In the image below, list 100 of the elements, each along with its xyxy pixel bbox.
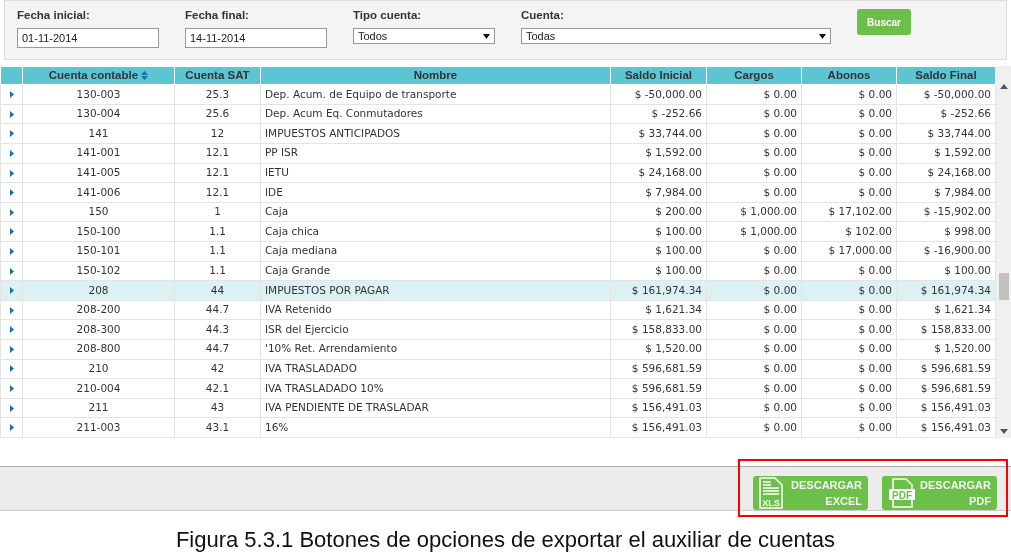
table-cell: $ 1,520.00 bbox=[896, 339, 996, 360]
column-header[interactable]: Saldo Inicial bbox=[610, 66, 707, 85]
table-cell: $ 596,681.59 bbox=[896, 378, 996, 399]
table-cell: $ 0.00 bbox=[801, 261, 897, 281]
expand-arrow-icon[interactable] bbox=[9, 306, 14, 314]
column-header[interactable]: Cuenta SAT bbox=[174, 66, 261, 85]
table-row[interactable]: 130-003 25.3 Dep. Acum. de Equipo de transporte $ -50,000.00 $ 0.00 $ 0.00 $ -50,000.00 bbox=[0, 84, 996, 105]
table-cell: $ 0.00 bbox=[706, 163, 802, 183]
column-header[interactable]: Cuenta contable bbox=[22, 66, 175, 85]
table-cell: 12.1 bbox=[174, 143, 261, 164]
sort-icon bbox=[141, 71, 149, 81]
table-row[interactable]: 211-003 43.1 16% $ 156,491.03 $ 0.00 $ 0.00 $ 156,491.03 bbox=[0, 417, 996, 438]
table-cell: $ 24,168.00 bbox=[896, 163, 996, 183]
table-cell: $ 156,491.03 bbox=[896, 398, 996, 418]
figure-caption: Figura 5.3.1 Botones de opciones de exportar el auxiliar de cuentas bbox=[174, 526, 837, 554]
expand-arrow-icon[interactable] bbox=[9, 404, 14, 412]
dropdown-caret-icon bbox=[483, 33, 490, 39]
table-cell: $ 0.00 bbox=[801, 319, 897, 340]
table-row[interactable]: 130-004 25.6 Dep. Acum Eq. Conmutadores $ -252.66 $ 0.00 $ 0.00 $ -252.66 bbox=[0, 104, 996, 124]
select-field[interactable]: Todas bbox=[521, 28, 831, 45]
table-cell: IVA PENDIENTE DE TRASLADAR bbox=[260, 398, 611, 418]
table-cell: $ 0.00 bbox=[801, 143, 897, 164]
table-row[interactable]: 210 42 IVA TRASLADADO $ 596,681.59 $ 0.00 $ 0.00 $ 596,681.59 bbox=[0, 359, 996, 379]
table-row[interactable]: 150-101 1.1 Caja mediana $ 100.00 $ 0.00 $ 17,000.00 $ -16,900.00 bbox=[0, 241, 996, 262]
scroll-thumb[interactable] bbox=[998, 273, 1009, 300]
table-cell: $ 0.00 bbox=[706, 339, 802, 360]
expand-arrow-icon[interactable] bbox=[9, 169, 14, 177]
table-row[interactable]: 208-800 44.7 '10% Ret. Arrendamiento $ 1,520.00 $ 0.00 $ 0.00 $ 1,520.00 bbox=[0, 339, 996, 360]
input-field[interactable]: 01-11-2014 bbox=[17, 28, 159, 49]
table-cell: 130-003 bbox=[22, 84, 175, 105]
table-cell: 44.7 bbox=[174, 300, 261, 320]
column-header[interactable]: Abonos bbox=[801, 66, 897, 85]
table-cell: $ 158,833.00 bbox=[896, 319, 996, 340]
table-row[interactable]: 141 12 IMPUESTOS ANTICIPADOS $ 33,744.00 $ 0.00 $ 0.00 $ 33,744.00 bbox=[0, 123, 996, 144]
spreadsheet-file-icon: XLS bbox=[759, 477, 783, 509]
table-cell: Caja mediana bbox=[260, 241, 611, 262]
table-cell: 208-300 bbox=[22, 319, 175, 340]
table-cell: 42.1 bbox=[174, 378, 261, 399]
table-cell: 150 bbox=[22, 202, 175, 222]
table-row[interactable]: 141-005 12.1 IETU $ 24,168.00 $ 0.00 $ 0.00 $ 24,168.00 bbox=[0, 163, 996, 183]
expand-arrow-icon[interactable] bbox=[9, 91, 14, 99]
table-row[interactable]: 210-004 42.1 IVA TRASLADADO 10% $ 596,681.59 $ 0.00 $ 0.00 $ 596,681.59 bbox=[0, 378, 996, 399]
scrollbar[interactable] bbox=[996, 66, 1011, 438]
input-field[interactable]: 14-11-2014 bbox=[185, 28, 327, 49]
table-row[interactable]: 211 43 IVA PENDIENTE DE TRASLADAR $ 156,491.03 $ 0.00 $ 0.00 $ 156,491.03 bbox=[0, 398, 996, 418]
table-row[interactable]: 150-102 1.1 Caja Grande $ 100.00 $ 0.00 $ 0.00 $ 100.00 bbox=[0, 261, 996, 281]
expand-arrow-icon[interactable] bbox=[9, 149, 14, 157]
field-label: Fecha final: bbox=[185, 8, 250, 23]
field-label: Fecha inicial: bbox=[17, 8, 91, 23]
table-cell: $ 156,491.03 bbox=[896, 417, 996, 438]
table-cell: 25.3 bbox=[174, 84, 261, 105]
scroll-up-icon[interactable] bbox=[999, 84, 1008, 89]
select-label: Cuenta: bbox=[521, 8, 565, 23]
table-cell: $ 0.00 bbox=[801, 300, 897, 320]
table-cell: $ 0.00 bbox=[706, 104, 802, 124]
table-cell: $ -15,902.00 bbox=[896, 202, 996, 222]
table-cell: Caja bbox=[260, 202, 611, 222]
table-cell: 12.1 bbox=[174, 163, 261, 183]
expand-arrow-icon[interactable] bbox=[9, 228, 14, 236]
expand-arrow-icon[interactable] bbox=[9, 326, 14, 334]
column-header[interactable]: Cargos bbox=[706, 66, 802, 85]
table-cell: Dep. Acum. de Equipo de transporte bbox=[260, 84, 611, 105]
table-cell: $ -16,900.00 bbox=[896, 241, 996, 262]
table-cell: $ 7,984.00 bbox=[610, 182, 707, 203]
table-row[interactable]: 150-100 1.1 Caja chica $ 100.00 $ 1,000.00 $ 102.00 $ 998.00 bbox=[0, 221, 996, 242]
expand-arrow-icon[interactable] bbox=[9, 247, 14, 255]
table-row[interactable]: 208 44 IMPUESTOS POR PAGAR $ 161,974.34 $ 0.00 $ 0.00 $ 161,974.34 bbox=[0, 280, 996, 301]
table-cell: $ 100.00 bbox=[610, 261, 707, 281]
table-cell: $ 0.00 bbox=[801, 123, 897, 144]
table-row[interactable]: 150 1 Caja $ 200.00 $ 1,000.00 $ 17,102.00 $ -15,902.00 bbox=[0, 202, 996, 222]
column-header[interactable]: Saldo Final bbox=[896, 66, 996, 85]
expand-arrow-icon[interactable] bbox=[9, 110, 14, 118]
expand-arrow-icon[interactable] bbox=[9, 424, 14, 432]
expand-arrow-icon[interactable] bbox=[9, 385, 14, 393]
expand-arrow-icon[interactable] bbox=[9, 345, 14, 353]
table-row[interactable]: 208-300 44.3 ISR del Ejercicio $ 158,833.00 $ 0.00 $ 0.00 $ 158,833.00 bbox=[0, 319, 996, 340]
column-header[interactable]: Nombre bbox=[260, 66, 611, 85]
expand-arrow-icon[interactable] bbox=[9, 130, 14, 138]
table-cell: 12 bbox=[174, 123, 261, 144]
table-cell: ISR del Ejercicio bbox=[260, 319, 611, 340]
table-cell: 211 bbox=[22, 398, 175, 418]
select-field[interactable]: Todos bbox=[353, 28, 495, 45]
table-cell: $ 0.00 bbox=[801, 417, 897, 438]
table-cell: $ 0.00 bbox=[801, 339, 897, 360]
table-cell: IETU bbox=[260, 163, 611, 183]
table-cell: $ 596,681.59 bbox=[610, 378, 707, 399]
table-cell: $ 0.00 bbox=[706, 261, 802, 281]
table-cell: 141-006 bbox=[22, 182, 175, 203]
scroll-down-icon[interactable] bbox=[999, 429, 1008, 434]
expand-arrow-icon[interactable] bbox=[9, 267, 14, 275]
table-row[interactable]: 208-200 44.7 IVA Retenido $ 1,621.34 $ 0.00 $ 0.00 $ 1,621.34 bbox=[0, 300, 996, 320]
table-cell: $ 0.00 bbox=[706, 182, 802, 203]
expand-arrow-icon[interactable] bbox=[9, 365, 14, 373]
table-cell: 25.6 bbox=[174, 104, 261, 124]
table-row[interactable]: 141-001 12.1 PP ISR $ 1,592.00 $ 0.00 $ 0.00 $ 1,592.00 bbox=[0, 143, 996, 164]
table-cell: $ 17,000.00 bbox=[801, 241, 897, 262]
table-row[interactable]: 141-006 12.1 IDE $ 7,984.00 $ 0.00 $ 0.00 $ 7,984.00 bbox=[0, 182, 996, 203]
expand-arrow-icon[interactable] bbox=[9, 189, 14, 197]
expand-arrow-icon[interactable] bbox=[9, 208, 14, 216]
expand-arrow-icon[interactable] bbox=[9, 287, 14, 295]
